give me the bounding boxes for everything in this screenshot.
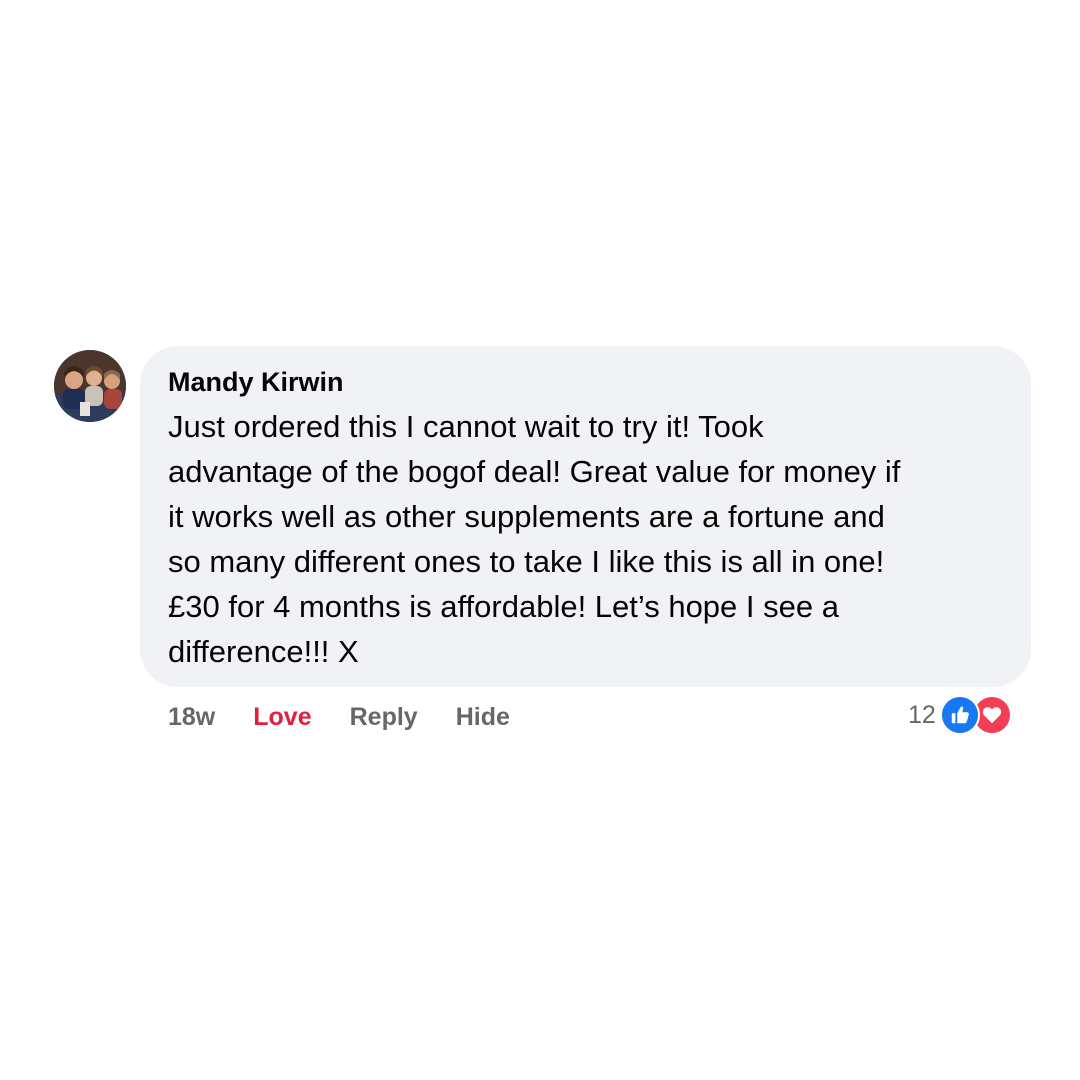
comment-author[interactable]: Mandy Kirwin <box>168 366 344 398</box>
comment-text-line: £30 for 4 months is affordable! Let’s ho… <box>168 589 839 624</box>
comment-text-line: Just ordered this I cannot wait to try i… <box>168 409 764 444</box>
comment-text-line: so many different ones to take I like th… <box>168 544 885 579</box>
love-button[interactable]: Love <box>253 703 311 732</box>
comment-bubble: Mandy Kirwin Just ordered this I cannot … <box>140 346 1031 687</box>
comment-text-line: advantage of the bogof deal! Great value… <box>168 454 901 489</box>
reaction-summary[interactable]: 12 <box>908 693 1012 737</box>
like-icon <box>939 695 980 735</box>
comment-timestamp[interactable]: 18w <box>168 703 215 732</box>
comment-text: Just ordered this I cannot wait to try i… <box>168 404 1003 674</box>
hide-button[interactable]: Hide <box>456 703 510 732</box>
comment-card: Mandy Kirwin Just ordered this I cannot … <box>0 0 1080 1080</box>
comment-actions: 18w Love Reply Hide <box>168 697 548 737</box>
comment-text-line: difference!!! X <box>168 634 359 669</box>
reaction-count: 12 <box>908 700 936 729</box>
avatar[interactable] <box>54 350 126 422</box>
reply-button[interactable]: Reply <box>350 703 418 732</box>
avatar-photo <box>54 350 126 422</box>
comment-text-line: it works well as other supplements are a… <box>168 499 885 534</box>
